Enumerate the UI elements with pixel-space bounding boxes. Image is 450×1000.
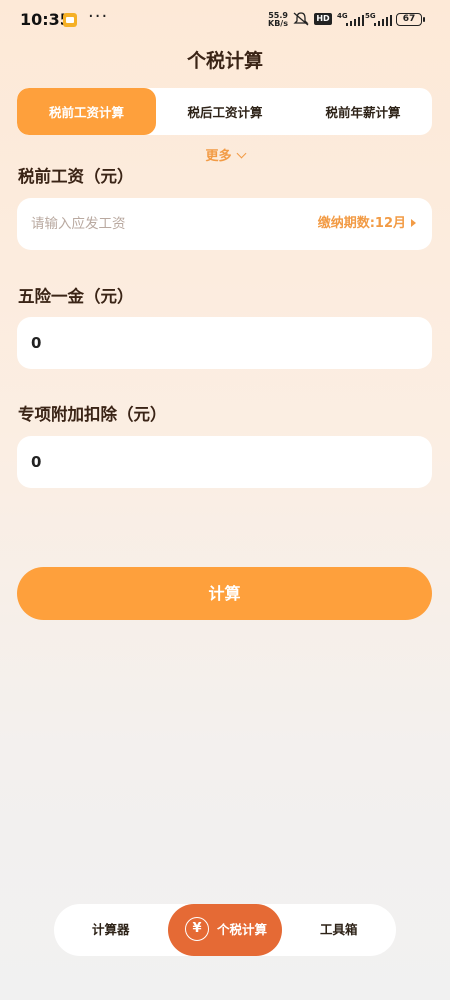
more-dots-icon: ··· bbox=[88, 6, 109, 27]
salary-field[interactable]: 请输入应发工资 缴纳期数:12月 bbox=[17, 198, 432, 250]
battery-level: 67 bbox=[402, 14, 416, 24]
more-toggle[interactable]: 更多 bbox=[0, 145, 450, 164]
deduction-label: 专项附加扣除（元） bbox=[18, 405, 167, 424]
nav-tax-calc[interactable]: ¥ 个税计算 bbox=[168, 904, 282, 956]
insurance-input[interactable]: 0 bbox=[31, 317, 41, 369]
network-speed-unit: KB/s bbox=[268, 19, 288, 28]
period-selector[interactable]: 缴纳期数:12月 bbox=[318, 198, 416, 250]
signal-5g-icon: 5G bbox=[365, 12, 393, 26]
tab-pretax-annual[interactable]: 税前年薪计算 bbox=[294, 88, 432, 135]
battery-icon: 67 bbox=[396, 13, 425, 26]
triangle-right-icon bbox=[411, 219, 416, 227]
status-bar: 10:35 ··· 55.9 KB/s HD 4G 5G 67 bbox=[0, 0, 450, 40]
salary-label: 税前工资（元） bbox=[18, 167, 134, 186]
hd-badge: HD bbox=[314, 13, 332, 25]
deduction-field[interactable]: 0 bbox=[17, 436, 432, 488]
page-title: 个税计算 bbox=[186, 50, 263, 72]
mute-bell-icon bbox=[293, 12, 309, 26]
tab-bar: 税前工资计算 税后工资计算 税前年薪计算 bbox=[17, 88, 432, 135]
nav-toolbox[interactable]: 工具箱 bbox=[320, 904, 358, 956]
yuan-icon: ¥ bbox=[185, 917, 209, 941]
signal-4g-icon: 4G bbox=[337, 12, 365, 26]
notification-icon bbox=[63, 13, 77, 27]
chevron-down-icon bbox=[236, 148, 246, 159]
period-label: 缴纳期数:12月 bbox=[317, 216, 406, 231]
nav-tax-calc-label: 个税计算 bbox=[217, 922, 268, 937]
more-toggle-label: 更多 bbox=[205, 149, 232, 164]
nav-calculator[interactable]: 计算器 bbox=[92, 904, 130, 956]
calculate-button[interactable]: 计算 bbox=[17, 567, 432, 620]
insurance-label: 五险一金（元） bbox=[18, 287, 134, 306]
network-speed: 55.9 KB/s bbox=[268, 12, 288, 28]
tab-pretax-salary[interactable]: 税前工资计算 bbox=[17, 88, 156, 135]
tab-aftertax-salary[interactable]: 税后工资计算 bbox=[156, 88, 294, 135]
deduction-input[interactable]: 0 bbox=[31, 436, 41, 488]
bottom-nav: 计算器 ¥ 个税计算 工具箱 bbox=[54, 904, 396, 956]
salary-input[interactable]: 请输入应发工资 bbox=[31, 198, 126, 250]
insurance-field[interactable]: 0 bbox=[17, 317, 432, 369]
